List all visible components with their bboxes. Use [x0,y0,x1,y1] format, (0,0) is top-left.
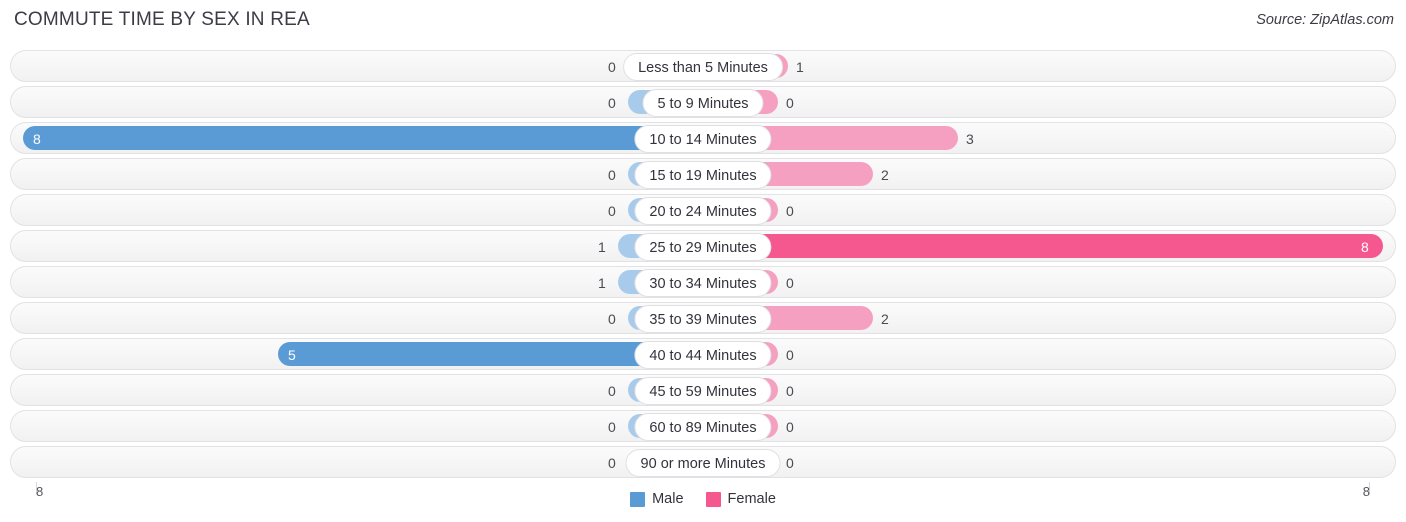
chart-row[interactable]: 0 2 35 to 39 Minutes [10,302,1396,334]
row-category-label: 45 to 59 Minutes [634,377,772,405]
value-male: 1 [598,275,606,291]
value-male: 5 [288,347,296,363]
chart-row[interactable]: 5 0 40 to 44 Minutes [10,338,1396,370]
value-male: 0 [608,203,616,219]
chart-row[interactable]: 0 0 90 or more Minutes [10,446,1396,478]
legend-label-male: Male [652,491,684,507]
row-category-label: 90 or more Minutes [625,449,781,477]
value-female: 8 [1361,239,1369,255]
legend-item-female[interactable]: Female [705,491,776,507]
page-title: COMMUTE TIME BY SEX IN REA [14,9,310,30]
chart-plot-area: 0 1 Less than 5 Minutes 0 0 5 to 9 Minutes 8 3 1… [0,50,1406,486]
value-female: 0 [786,383,794,399]
value-male: 1 [598,239,606,255]
value-male: 8 [33,131,41,147]
row-category-label: Less than 5 Minutes [623,53,783,81]
value-female: 1 [796,59,804,75]
value-male: 0 [608,167,616,183]
row-category-label: 15 to 19 Minutes [634,161,772,189]
value-male: 0 [608,455,616,471]
chart-row[interactable]: 0 0 20 to 24 Minutes [10,194,1396,226]
row-category-label: 60 to 89 Minutes [634,413,772,441]
chart-row[interactable]: 8 3 10 to 14 Minutes [10,122,1396,154]
value-female: 0 [786,347,794,363]
chart-row[interactable]: 0 0 60 to 89 Minutes [10,410,1396,442]
source-attribution: Source: ZipAtlas.com [1256,12,1394,28]
value-male: 0 [608,419,616,435]
chart-row[interactable]: 0 1 Less than 5 Minutes [10,50,1396,82]
value-female: 0 [786,419,794,435]
bar-male [23,126,703,150]
value-female: 0 [786,203,794,219]
legend-swatch-female-icon [705,491,721,507]
value-male: 0 [608,311,616,327]
value-female: 2 [881,167,889,183]
row-category-label: 35 to 39 Minutes [634,305,772,333]
chart-legend: Male Female [0,486,1406,512]
value-female: 0 [786,95,794,111]
value-male: 0 [608,95,616,111]
chart-header: COMMUTE TIME BY SEX IN REA Source: ZipAt… [0,0,1406,44]
value-female: 2 [881,311,889,327]
chart-row[interactable]: 1 0 30 to 34 Minutes [10,266,1396,298]
row-category-label: 5 to 9 Minutes [642,89,764,117]
chart-row[interactable]: 0 0 45 to 59 Minutes [10,374,1396,406]
legend-swatch-male-icon [630,491,646,507]
value-male: 0 [608,59,616,75]
value-female: 3 [966,131,974,147]
bar-rows: 0 1 Less than 5 Minutes 0 0 5 to 9 Minutes 8 3 1… [10,50,1396,482]
row-category-label: 30 to 34 Minutes [634,269,772,297]
chart-row[interactable]: 0 2 15 to 19 Minutes [10,158,1396,190]
value-female: 0 [786,275,794,291]
row-category-label: 10 to 14 Minutes [634,125,772,153]
row-category-label: 25 to 29 Minutes [634,233,772,261]
value-male: 0 [608,383,616,399]
legend-label-female: Female [727,491,776,507]
chart-row[interactable]: 1 8 25 to 29 Minutes [10,230,1396,262]
row-category-label: 40 to 44 Minutes [634,341,772,369]
chart-row[interactable]: 0 0 5 to 9 Minutes [10,86,1396,118]
legend-item-male[interactable]: Male [630,491,684,507]
bar-female [703,234,1383,258]
row-category-label: 20 to 24 Minutes [634,197,772,225]
value-female: 0 [786,455,794,471]
